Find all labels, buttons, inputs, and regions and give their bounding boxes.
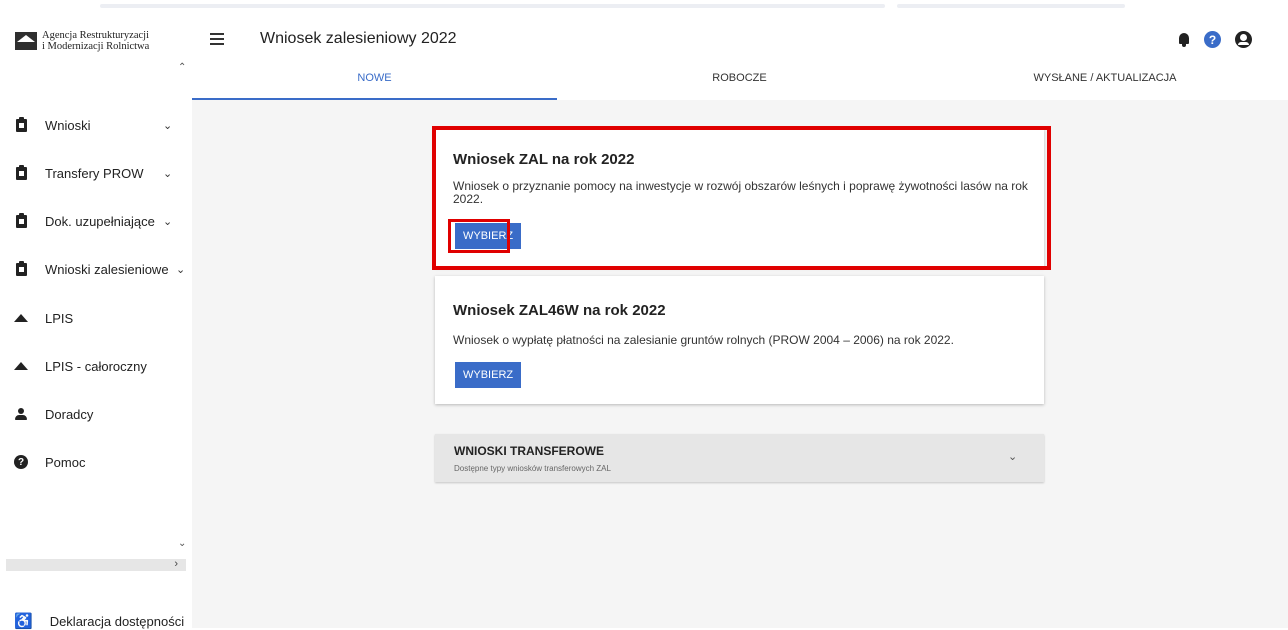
sidebar-item-dok-uzupelniajace[interactable]: Dok. uzupełniające ⌄ <box>0 206 188 236</box>
sidebar-item-label: Wnioski <box>45 117 91 133</box>
hamburger-menu-icon[interactable] <box>210 33 224 45</box>
tab-bar: NOWE ROBOCZE WYSŁANE / AKTUALIZACJA <box>192 72 1288 100</box>
chevron-down-icon: ⌄ <box>163 167 173 180</box>
top-strip-segment <box>897 4 1125 8</box>
help-icon: ? <box>14 455 28 469</box>
clipboard-icon <box>14 164 28 180</box>
tab-robocze[interactable]: ROBOCZE <box>557 72 922 100</box>
logo[interactable]: Agencja Restrukturyzacji i Modernizacji … <box>15 30 149 52</box>
top-strip-segment <box>100 4 885 8</box>
sidebar-item-label: Wnioski zalesieniowe <box>45 261 169 277</box>
wheelchair-icon: ♿ <box>14 613 33 630</box>
sidebar-item-label: Dok. uzupełniające <box>45 213 155 229</box>
card-description: Wniosek o wypłatę płatności na zalesiani… <box>453 333 954 347</box>
header: Wniosek zalesieniowy 2022 ? NOWE ROBOCZE… <box>192 14 1288 100</box>
sidebar: Agencja Restrukturyzacji i Modernizacji … <box>0 14 192 630</box>
sidebar-item-label: Transfery PROW <box>45 165 144 181</box>
sidebar-item-label: Pomoc <box>45 454 86 470</box>
application-card-zal46w: Wniosek ZAL46W na rok 2022 Wniosek o wyp… <box>435 276 1044 404</box>
chevron-down-icon[interactable]: ⌄ <box>178 538 186 549</box>
highlight-frame-card <box>432 126 1051 270</box>
sidebar-item-label: LPIS - całoroczny <box>45 358 147 374</box>
sidebar-item-pomoc[interactable]: ? Pomoc <box>0 447 188 477</box>
clipboard-icon <box>14 212 28 228</box>
top-strip <box>0 0 1288 14</box>
sidebar-item-transfery-prow[interactable]: Transfery PROW ⌄ <box>0 158 188 188</box>
accordion-subtitle: Dostępne typy wniosków transferowych ZAL <box>454 464 611 473</box>
chevron-right-icon[interactable]: › <box>174 558 178 570</box>
sidebar-item-doradcy[interactable]: Doradcy <box>0 399 188 429</box>
person-icon <box>14 407 28 421</box>
chevron-down-icon: ⌄ <box>1008 451 1018 463</box>
page-title: Wniosek zalesieniowy 2022 <box>260 30 457 47</box>
sidebar-item-wnioski[interactable]: Wnioski ⌄ <box>0 110 188 140</box>
horizontal-scrollbar[interactable]: › <box>6 558 186 571</box>
bell-icon[interactable] <box>1178 33 1190 47</box>
user-account-icon[interactable] <box>1235 31 1252 48</box>
main-content: Wniosek ZAL na rok 2022 Wniosek o przyzn… <box>192 100 1288 628</box>
chevron-down-icon: ⌄ <box>163 119 173 132</box>
sidebar-item-lpis-caloroczny[interactable]: LPIS - całoroczny <box>0 351 188 381</box>
arimr-logo-icon <box>15 32 37 50</box>
tab-nowe[interactable]: NOWE <box>192 72 557 100</box>
clipboard-icon <box>14 260 28 276</box>
card-title: Wniosek ZAL46W na rok 2022 <box>453 302 666 319</box>
logo-text: Agencja Restrukturyzacji i Modernizacji … <box>42 30 149 52</box>
mountain-icon <box>14 311 28 325</box>
accessibility-link[interactable]: ♿ Deklaracja dostępności <box>14 612 184 630</box>
highlight-frame-button <box>448 219 510 253</box>
sidebar-item-label: Doradcy <box>45 406 94 422</box>
wybierz-button[interactable]: WYBIERZ <box>455 362 522 388</box>
sidebar-item-label: LPIS <box>45 310 74 326</box>
sidebar-item-wnioski-zalesieniowe[interactable]: Wnioski zalesieniowe ⌄ <box>0 254 188 284</box>
help-circle-icon[interactable]: ? <box>1204 31 1221 48</box>
accordion-title: WNIOSKI TRANSFEROWE <box>454 444 604 458</box>
chevron-down-icon: ⌄ <box>163 215 173 228</box>
logo-line-1: Agencja Restrukturyzacji <box>42 30 149 41</box>
chevron-up-icon[interactable]: ⌃ <box>178 62 186 73</box>
accordion-wnioski-transferowe[interactable]: WNIOSKI TRANSFEROWE Dostępne typy wniosk… <box>435 434 1044 482</box>
logo-line-2: i Modernizacji Rolnictwa <box>42 41 150 52</box>
accessibility-label: Deklaracja dostępności <box>49 613 185 629</box>
chevron-down-icon: ⌄ <box>176 263 186 276</box>
mountain-icon <box>14 359 28 373</box>
sidebar-item-lpis[interactable]: LPIS <box>0 303 188 333</box>
clipboard-icon <box>14 116 28 132</box>
tab-wyslane-aktualizacja[interactable]: WYSŁANE / AKTUALIZACJA <box>922 72 1288 100</box>
